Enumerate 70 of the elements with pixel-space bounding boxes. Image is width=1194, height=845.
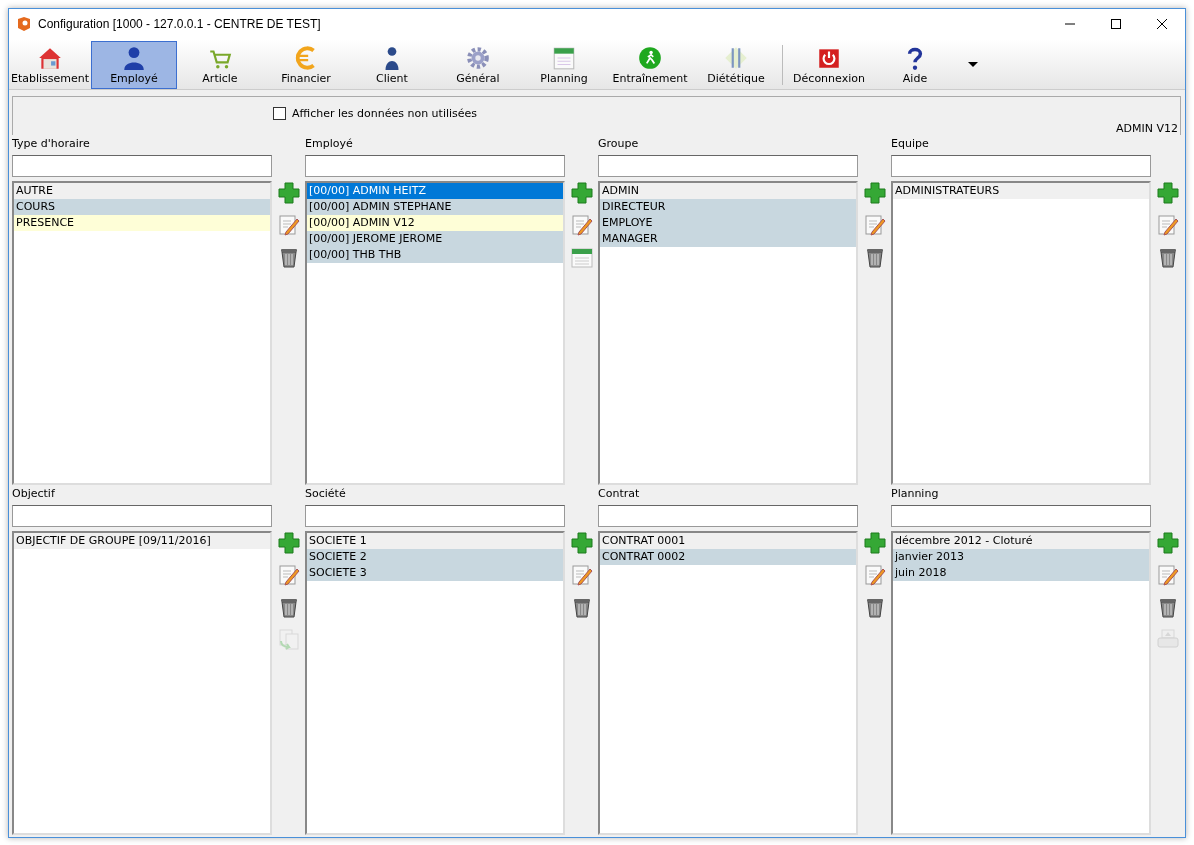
- calendar-button[interactable]: [568, 245, 595, 271]
- list-item[interactable]: [00/00] ADMIN V12: [307, 215, 563, 231]
- add-button[interactable]: [275, 181, 302, 207]
- toolbar-button[interactable]: Article: [177, 41, 263, 89]
- window-title: Configuration [1000 - 127.0.0.1 - CENTRE DE TEST]: [38, 17, 322, 31]
- filter-field[interactable]: [598, 155, 858, 177]
- toolbar-button[interactable]: Entraînement: [607, 41, 693, 89]
- list-item[interactable]: [00/00] JEROME JEROME: [307, 231, 563, 247]
- list-item[interactable]: [00/00] THB THB: [307, 247, 563, 263]
- toolbar-button[interactable]: Etablissement: [9, 41, 91, 89]
- checkbox[interactable]: [273, 107, 286, 120]
- toolbar-button[interactable]: Diététique: [693, 41, 779, 89]
- panel-title: Société: [305, 487, 347, 501]
- list-item[interactable]: COURS: [14, 199, 270, 215]
- list-item[interactable]: [00/00] ADMIN STEPHANE: [307, 199, 563, 215]
- filter-field[interactable]: [305, 505, 565, 527]
- caret-icon: [968, 62, 978, 68]
- panel-title: Contrat: [598, 487, 641, 501]
- toolbar-button[interactable]: Financier: [263, 41, 349, 89]
- list-item[interactable]: PRESENCE: [14, 215, 270, 231]
- panel-title: Groupe: [598, 137, 640, 151]
- panel-title: Type d'horaire: [12, 137, 91, 151]
- list-item[interactable]: CONTRAT 0001: [600, 533, 856, 549]
- filter-field[interactable]: [891, 155, 1151, 177]
- panel-title: Employé: [305, 137, 354, 151]
- filter-field[interactable]: [891, 505, 1151, 527]
- list-item[interactable]: ADMIN: [600, 183, 856, 199]
- add-button[interactable]: [1154, 181, 1181, 207]
- add-button[interactable]: [568, 181, 595, 207]
- panel-title: Equipe: [891, 137, 930, 151]
- toolbar-button[interactable]: Client: [349, 41, 435, 89]
- list-item[interactable]: OBJECTIF DE GROUPE [09/11/2016]: [14, 533, 270, 549]
- add-button[interactable]: [568, 531, 595, 557]
- toolbar-button[interactable]: Planning: [521, 41, 607, 89]
- add-button[interactable]: [861, 181, 888, 207]
- toolbar-button[interactable]: Déconnexion: [786, 41, 872, 89]
- list-item[interactable]: décembre 2012 - Cloturé: [893, 533, 1149, 549]
- list-item[interactable]: [00/00] ADMIN HEITZ: [307, 183, 563, 199]
- toolbar-button[interactable]: Aide: [872, 41, 958, 89]
- toolbar-button[interactable]: Général: [435, 41, 521, 89]
- panel-title: Planning: [891, 487, 940, 501]
- filter-field[interactable]: [598, 505, 858, 527]
- list-item[interactable]: DIRECTEUR: [600, 199, 856, 215]
- checkbox-label: Afficher les données non utilisées: [292, 107, 478, 120]
- filter-field[interactable]: [305, 155, 565, 177]
- filter-field[interactable]: [12, 155, 272, 177]
- person-icon: [121, 45, 147, 71]
- list-item[interactable]: janvier 2013: [893, 549, 1149, 565]
- list-item[interactable]: SOCIETE 2: [307, 549, 563, 565]
- calendar-icon: [551, 45, 577, 71]
- runner-icon: [637, 45, 663, 71]
- list-item[interactable]: ADMINISTRATEURS: [893, 183, 1149, 199]
- close-icon: [1157, 19, 1167, 29]
- list-item[interactable]: juin 2018: [893, 565, 1149, 581]
- list-item[interactable]: SOCIETE 3: [307, 565, 563, 581]
- maximize-icon: [1111, 19, 1121, 29]
- panel-title: Objectif: [12, 487, 56, 501]
- gear-icon: [465, 45, 491, 71]
- filter-field[interactable]: [12, 505, 272, 527]
- list-item[interactable]: CONTRAT 0002: [600, 549, 856, 565]
- list-item[interactable]: SOCIETE 1: [307, 533, 563, 549]
- add-button[interactable]: [275, 531, 302, 557]
- toolbar-button[interactable]: Employé: [91, 41, 177, 89]
- add-button[interactable]: [1154, 531, 1181, 557]
- list-item[interactable]: MANAGER: [600, 231, 856, 247]
- user-label: ADMIN V12: [1116, 122, 1178, 135]
- list-item[interactable]: AUTRE: [14, 183, 270, 199]
- add-button[interactable]: [861, 531, 888, 557]
- list-item[interactable]: EMPLOYE: [600, 215, 856, 231]
- app-logo-icon: [16, 16, 32, 32]
